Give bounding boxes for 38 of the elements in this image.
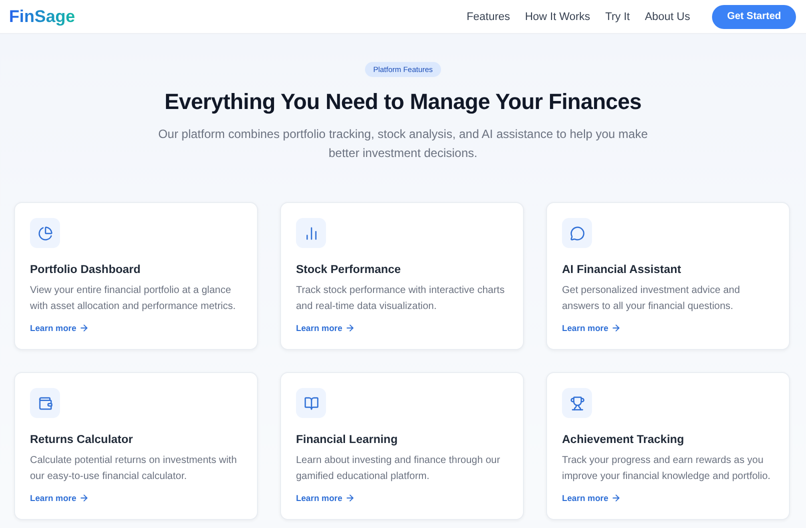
feature-description: Learn about investing and finance through our gamified educational platform. (296, 454, 502, 484)
feature-title: Portfolio Dashboard (30, 264, 141, 276)
bar-chart-icon (304, 226, 318, 240)
learn-more-link[interactable]: Learn more (30, 493, 90, 503)
feature-title: Financial Learning (296, 434, 398, 446)
feature-description: Calculate potential returns on investments with our easy-to-use financial calculator. (30, 454, 238, 484)
section-subtitle: Our platform combines portfolio tracking, stock analysis, and AI assistance to help you make better investment decisions. (157, 126, 649, 162)
arrow-right-icon (345, 493, 356, 503)
nav-link[interactable]: Try It (605, 10, 630, 22)
learn-more-link[interactable]: Learn more (562, 493, 622, 503)
arrow-right-icon (79, 493, 90, 503)
learn-more-link[interactable]: Learn more (296, 493, 356, 503)
trophy-icon (570, 396, 584, 410)
get-started-button[interactable]: Get Started (712, 4, 796, 28)
feature-title: Achievement Tracking (562, 434, 684, 446)
book-icon (304, 396, 318, 410)
arrow-right-icon (79, 323, 90, 333)
learn-more-link[interactable]: Learn more (30, 323, 90, 333)
feature-description: Track stock performance with interactive charts and real-time data visualization. (296, 284, 506, 314)
section-title: Everything You Need to Manage Your Finances (164, 89, 642, 115)
feature-description: Track your progress and earn rewards as you improve your financial knowledge and portfolio. (562, 454, 772, 484)
logo[interactable]: FinSage (9, 6, 76, 26)
arrow-right-icon (611, 493, 622, 503)
feature-description: View your entire financial portfolio at a glance with asset allocation and performance metrics. (30, 284, 237, 314)
feature-title: AI Financial Assistant (562, 264, 682, 276)
nav-link[interactable]: Features (466, 10, 510, 22)
feature-description: Get personalized investment advice and answers to all your financial questions. (562, 284, 741, 314)
arrow-right-icon (611, 323, 622, 333)
learn-more-link[interactable]: Learn more (562, 323, 622, 333)
feature-title: Stock Performance (296, 264, 401, 276)
nav-link[interactable]: How It Works (524, 10, 590, 22)
arrow-right-icon (345, 323, 356, 333)
feature-title: Returns Calculator (30, 434, 133, 446)
chat-bubble-icon (570, 226, 584, 240)
pie-chart-icon (38, 226, 52, 240)
learn-more-link[interactable]: Learn more (296, 323, 356, 333)
nav-link[interactable]: About Us (644, 10, 690, 22)
wallet-icon (38, 396, 52, 410)
